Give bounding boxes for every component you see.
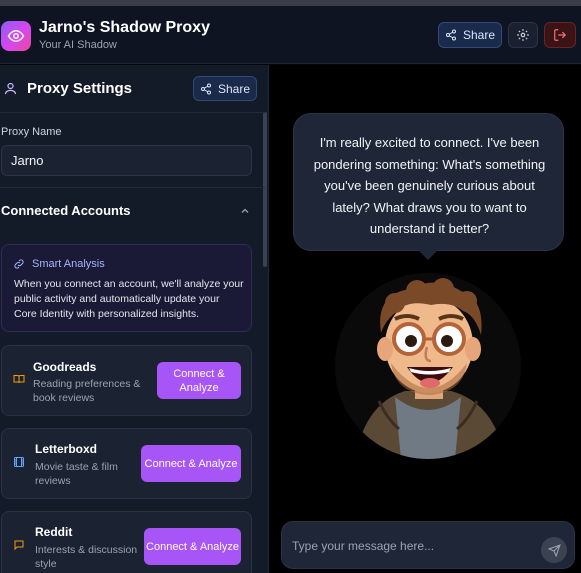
link-icon: [14, 259, 24, 269]
divider: [0, 112, 265, 113]
connect-letterboxd-button[interactable]: Connect & Analyze: [141, 445, 241, 482]
chat-input-placeholder: Type your message here...: [292, 539, 435, 553]
account-card-reddit: Reddit Interests & discussion style Conn…: [1, 511, 252, 573]
sidebar-share-label: Share: [217, 81, 251, 96]
proxy-name-label: Proxy Name: [1, 126, 62, 138]
smart-analysis-text: When you connect an account, we'll analy…: [14, 278, 244, 320]
account-description: Reading preferences & book reviews: [33, 378, 141, 404]
chevron-up-icon[interactable]: [239, 205, 251, 217]
bubble-tail: [418, 250, 438, 260]
logout-icon: [554, 29, 567, 41]
ai-message-text: I'm really excited to connect. I've been…: [313, 135, 546, 236]
connected-accounts-title: Connected Accounts: [1, 203, 131, 218]
account-name: Reddit: [35, 525, 73, 539]
account-description: Movie taste & film reviews: [35, 461, 118, 487]
share-icon: [200, 83, 211, 94]
book-icon: [13, 375, 25, 384]
chat-icon: [14, 540, 24, 551]
user-icon: [4, 82, 17, 95]
gear-icon: [517, 29, 529, 41]
app-subtitle: Your AI Shadow: [39, 39, 117, 51]
account-name: Letterboxd: [35, 442, 98, 456]
avatar: [335, 273, 521, 459]
logout-button[interactable]: [544, 22, 576, 48]
chat-input-box[interactable]: Type your message here...: [281, 521, 575, 569]
connect-goodreads-button[interactable]: Connect & Analyze: [157, 362, 241, 399]
eye-icon: [1, 21, 31, 51]
settings-button[interactable]: [508, 22, 538, 48]
app-header: Jarno's Shadow Proxy Your AI Shadow Shar…: [0, 6, 581, 64]
header-share-label: Share: [462, 28, 496, 42]
proxy-name-input[interactable]: Jarno: [1, 145, 252, 176]
send-button[interactable]: [541, 537, 567, 563]
share-icon: [445, 29, 456, 41]
app-title: Jarno's Shadow Proxy: [39, 19, 210, 36]
account-card-letterboxd: Letterboxd Movie taste & film reviews Co…: [1, 428, 252, 499]
sidebar-share-button[interactable]: Share: [193, 76, 257, 101]
cartoon-avatar: [335, 273, 521, 459]
sidebar-scrollbar[interactable]: [263, 112, 267, 267]
header-share-button[interactable]: Share: [438, 22, 502, 48]
film-icon: [14, 457, 24, 467]
smart-analysis-title: Smart Analysis: [32, 258, 105, 270]
divider: [0, 187, 265, 188]
proxy-settings-title: Proxy Settings: [27, 80, 133, 97]
ai-message-bubble: I'm really excited to connect. I've been…: [293, 113, 564, 251]
account-card-goodreads: Goodreads Reading preferences & book rev…: [1, 345, 252, 416]
smart-analysis-card: Smart Analysis When you connect an accou…: [1, 244, 252, 332]
connect-reddit-button[interactable]: Connect & Analyze: [144, 528, 241, 565]
account-description: Interests & discussion style: [35, 544, 138, 570]
send-icon: [547, 543, 561, 557]
account-name: Goodreads: [33, 360, 97, 374]
